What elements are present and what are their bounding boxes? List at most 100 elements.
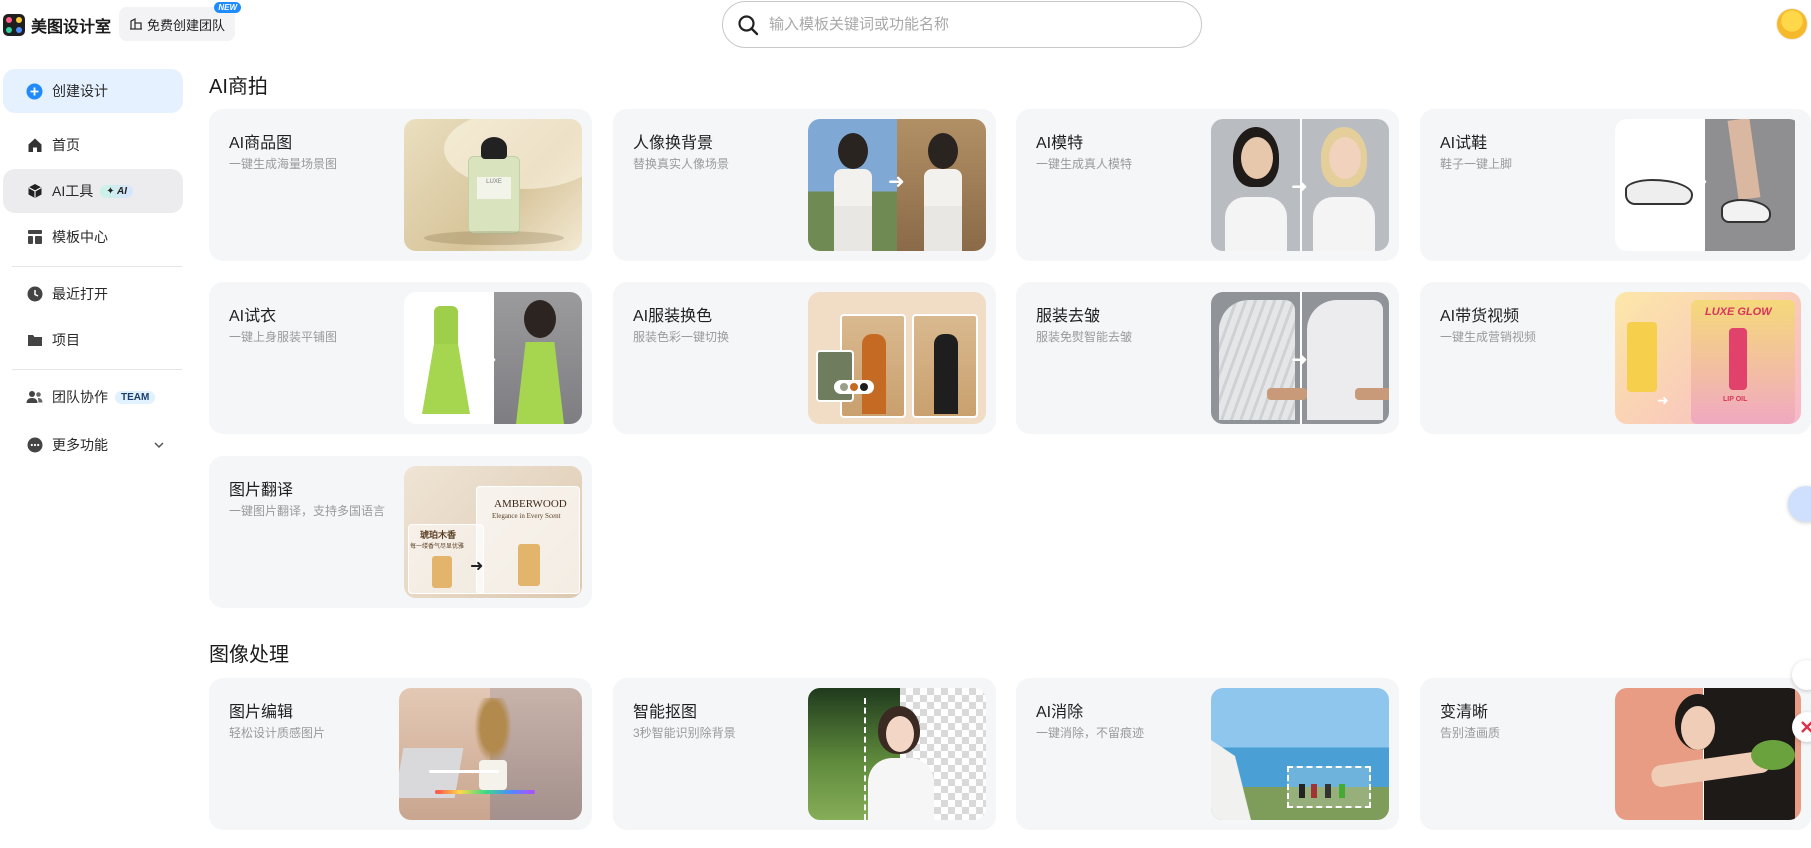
create-team-button[interactable]: 免费创建团队 NEW [119,2,242,41]
home-icon [26,137,43,154]
card-title: AI消除 [1036,704,1084,721]
card-title: 图片编辑 [229,704,294,721]
sidebar-item-label: 团队协作 [52,389,108,405]
card-title: 智能抠图 [633,704,698,721]
template-icon [26,229,43,246]
new-badge: NEW [214,2,242,13]
ai-badge: ✦ AI [100,184,134,198]
tool-card-ai-erase[interactable]: AI消除 一键消除，不留痕迹 [1016,678,1399,830]
user-avatar[interactable] [1776,8,1808,40]
perfume-bottle-image: LUXE [468,137,520,234]
sidebar-item-label: 首页 [52,137,80,153]
tool-card-clothes-dewrinkle[interactable]: 服装去皱 服装免熨智能去皱 ➜ [1016,282,1399,434]
card-title: AI商品图 [229,135,293,152]
sidebar-divider [12,266,182,267]
create-design-label: 创建设计 [52,83,108,99]
card-title: AI服装换色 [633,308,713,325]
card-thumbnail: ➜ [1211,119,1389,251]
card-subtitle: 一键消除，不留痕迹 [1036,726,1145,740]
clock-icon [26,286,43,303]
card-title: 图片翻译 [229,482,294,499]
search-bar[interactable] [722,1,1202,48]
arrow-icon: ➜ [1691,171,1708,193]
card-title: AI试衣 [229,308,277,325]
top-bar: 美图设计室 免费创建团队 NEW [0,0,1811,52]
card-subtitle: 一键生成真人模特 [1036,157,1133,171]
tool-card-ai-clothes-tryon[interactable]: AI试衣 一键上身服装平铺图 ➜ [209,282,592,434]
card-subtitle: 告别渣画质 [1440,726,1501,740]
perfume-label: LUXE [477,177,511,199]
sidebar-item-ai-tools[interactable]: AI工具 ✦ AI [3,169,183,213]
lip-oil-text: LIP OIL [1723,396,1748,403]
tool-card-ai-shoe-tryon[interactable]: AI试鞋 鞋子一键上脚 ➜ [1420,109,1811,261]
tool-card-enhance-clarity[interactable]: 变清晰 告别渣画质 [1420,678,1811,830]
tool-card-image-edit[interactable]: 图片编辑 轻松设计质感图片 [209,678,592,830]
card-subtitle: 3秒智能识别除背景 [633,726,736,740]
card-subtitle: 鞋子一键上脚 [1440,157,1513,171]
card-title: AI模特 [1036,135,1084,152]
card-subtitle: 一键生成营销视频 [1440,330,1537,344]
card-title: 人像换背景 [633,135,714,152]
arrow-icon: ➜ [1291,176,1308,198]
amber-cn-subtitle: 每一缕香气尽显优雅 [410,544,465,550]
card-subtitle: 服装色彩一键切换 [633,330,730,344]
sidebar-item-more[interactable]: 更多功能 [3,423,183,467]
tool-card-ai-clothes-recolor[interactable]: AI服装换色 服装色彩一键切换 [613,282,996,434]
sidebar-item-recent[interactable]: 最近打开 [3,272,183,316]
section-title-ai-shoot: AI商拍 [209,76,268,98]
tool-card-smart-cutout[interactable]: 智能抠图 3秒智能识别除背景 [613,678,996,830]
tool-card-image-translate[interactable]: 图片翻译 一键图片翻译，支持多国语言 琥珀木香 每一缕香气尽显优雅 AMBERW… [209,456,592,608]
app-name: 美图设计室 [31,19,112,36]
more-icon [26,437,43,454]
tool-card-ai-promo-video[interactable]: AI带货视频 一键生成营销视频 LUXE GLOW LIP OIL ➜ [1420,282,1811,434]
card-subtitle: 服装免熨智能去皱 [1036,330,1133,344]
amberwood-title: AMBERWOOD [494,498,567,510]
card-subtitle: 一键图片翻译，支持多国语言 [229,504,386,518]
card-thumbnail [399,688,582,820]
sidebar-item-label: 最近打开 [52,286,108,302]
tool-card-ai-model[interactable]: AI模特 一键生成真人模特 ➜ [1016,109,1399,261]
card-thumbnail: ➜ [404,292,582,424]
sidebar-item-label: 更多功能 [52,437,108,453]
arrow-icon: ➜ [1291,349,1308,371]
sidebar-item-label: 模板中心 [52,229,108,245]
card-subtitle: 轻松设计质感图片 [229,726,326,740]
card-thumbnail: ➜ [808,119,986,251]
sidebar-item-label: AI工具 [52,183,94,199]
sidebar-divider [12,369,182,370]
tool-card-ai-product-image[interactable]: AI商品图 一键生成海量场景图 LUXE [209,109,592,261]
arrow-icon: ➜ [470,558,484,575]
luxe-glow-text: LUXE GLOW [1705,306,1772,318]
card-thumbnail [808,688,986,820]
card-thumbnail [1211,688,1389,820]
feedback-float-button[interactable] [1788,486,1811,522]
arrow-icon: ➜ [1657,392,1669,408]
sidebar: 创建设计 首页 AI工具 ✦ AI 模板中心 最近打开 项目 团队协作 TEAM… [0,52,186,848]
card-title: 服装去皱 [1036,308,1101,325]
arrow-icon: ➜ [888,171,905,193]
app-logo[interactable]: 美图设计室 [3,13,111,37]
team-building-icon [130,17,142,30]
plus-circle-icon [26,83,43,100]
card-thumbnail: LUXE GLOW LIP OIL ➜ [1615,292,1801,424]
sidebar-item-templates[interactable]: 模板中心 [3,215,183,259]
gift-float-button[interactable] [1792,712,1811,742]
team-icon [26,389,43,406]
logo-mark-icon [3,14,25,36]
chevron-down-icon[interactable] [153,439,165,451]
folder-icon [26,332,43,349]
card-title: AI试鞋 [1440,135,1488,152]
tool-card-portrait-background[interactable]: 人像换背景 替换真实人像场景 ➜ [613,109,996,261]
sidebar-item-home[interactable]: 首页 [3,123,183,167]
cube-icon [26,183,43,200]
create-design-button[interactable]: 创建设计 [3,69,183,113]
sidebar-item-team[interactable]: 团队协作 TEAM [3,375,183,419]
search-input[interactable] [769,16,1149,33]
sidebar-item-projects[interactable]: 项目 [3,318,183,362]
search-icon [738,14,759,35]
card-subtitle: 一键生成海量场景图 [229,157,338,171]
card-thumbnail: ➜ [1211,292,1389,424]
team-badge: TEAM [115,390,156,404]
sidebar-item-label: 项目 [52,332,80,348]
gift-icon [1801,721,1811,733]
